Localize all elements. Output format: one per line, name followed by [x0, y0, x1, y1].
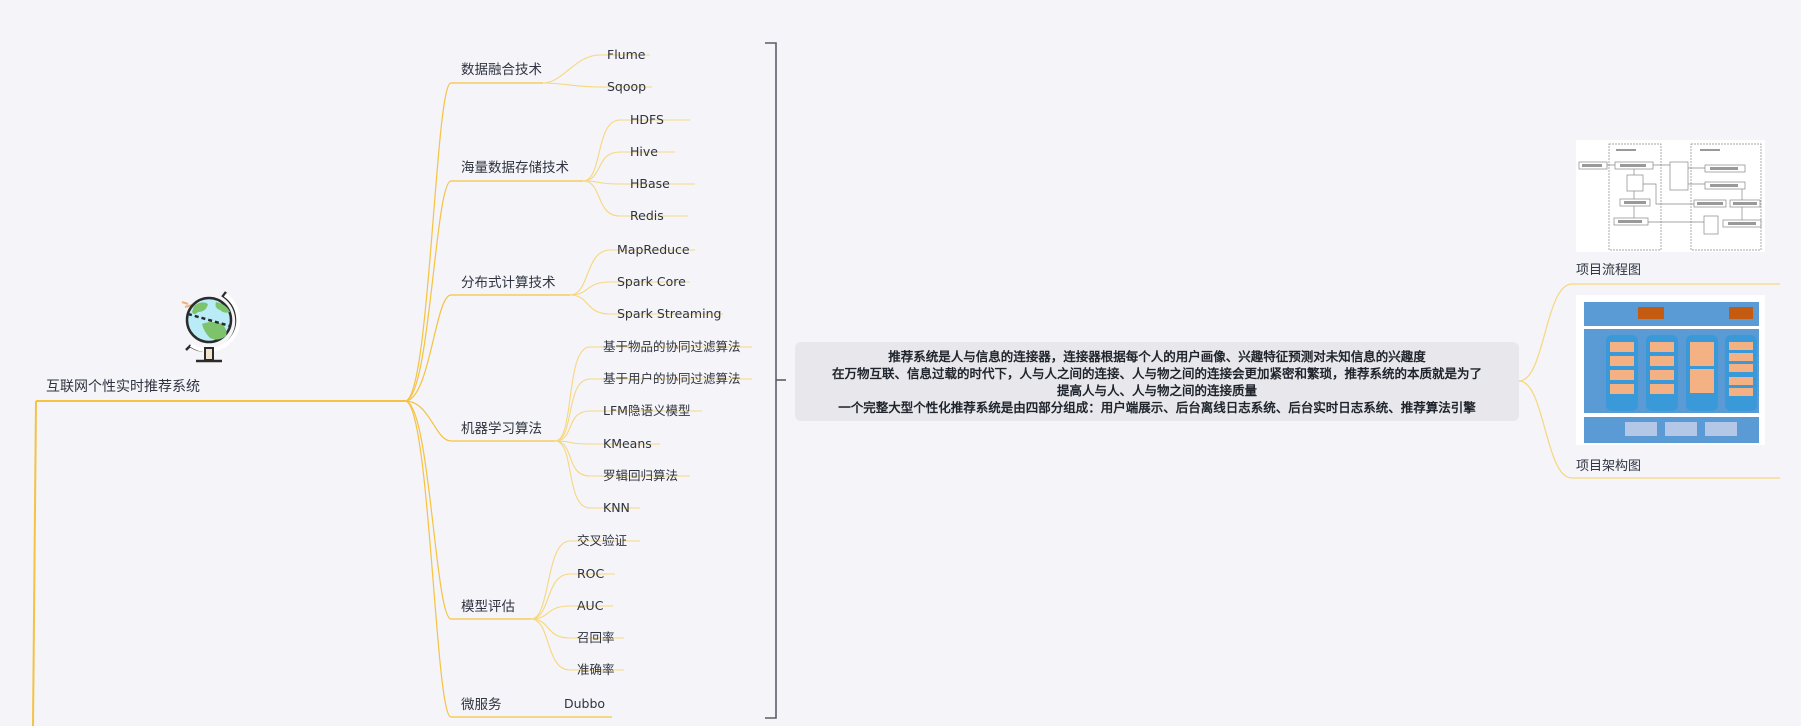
- leaf-kmeans[interactable]: KMeans: [603, 436, 652, 452]
- attachment-architecture-label[interactable]: 项目架构图: [1576, 459, 1641, 475]
- summary-line: 提高人与人、人与物之间的连接质量: [1056, 382, 1257, 398]
- leaf-spark-streaming[interactable]: Spark Streaming: [617, 306, 721, 322]
- leaf-lfm[interactable]: LFM隐语义模型: [603, 403, 690, 419]
- leaf-item-cf[interactable]: 基于物品的协同过滤算法: [603, 339, 741, 355]
- leaf-auc[interactable]: AUC: [577, 598, 603, 614]
- leaf-dubbo[interactable]: Dubbo: [564, 696, 605, 712]
- branch-connector: [404, 400, 452, 620]
- globe-icon: [180, 290, 250, 366]
- root-stem-line: [32, 400, 37, 726]
- leaf-accuracy[interactable]: 准确率: [577, 662, 615, 678]
- branch-connector: [404, 82, 452, 402]
- summary-callout[interactable]: 推荐系统是人与信息的连接器，连接器根据每个人的用户画像、兴趣特征预测对未知信息的…: [795, 342, 1519, 421]
- leaf-hive[interactable]: Hive: [630, 144, 658, 160]
- branch-connector: [404, 400, 452, 442]
- branch-data-fusion[interactable]: 数据融合技术: [461, 62, 542, 78]
- flowchart-image[interactable]: [1576, 140, 1765, 252]
- leaf-recall[interactable]: 召回率: [577, 630, 615, 646]
- leaf-hbase[interactable]: HBase: [630, 176, 670, 192]
- attachment-flowchart-label[interactable]: 项目流程图: [1576, 263, 1641, 279]
- leaf-spark-core[interactable]: Spark Core: [617, 274, 686, 290]
- leaf-roc[interactable]: ROC: [577, 566, 604, 582]
- branch-connector: [404, 180, 452, 402]
- branch-connector: [404, 294, 452, 402]
- leaf-hdfs[interactable]: HDFS: [630, 112, 664, 128]
- summary-line: 在万物互联、信息过载的时代下，人与人之间的连接、人与物之间的连接会更加紧密和繁琐…: [831, 365, 1482, 381]
- leaf-knn[interactable]: KNN: [603, 500, 630, 516]
- leaf-connector: [554, 346, 752, 442]
- leaf-redis[interactable]: Redis: [630, 208, 664, 224]
- branch-microservice[interactable]: 微服务: [461, 697, 502, 713]
- leaf-logistic-regression[interactable]: 罗辑回归算法: [603, 468, 678, 484]
- leaf-mapreduce[interactable]: MapReduce: [617, 242, 690, 258]
- branch-machine-learning[interactable]: 机器学习算法: [461, 421, 542, 437]
- leaf-flume[interactable]: Flume: [607, 47, 645, 63]
- branch-connector: [404, 400, 452, 718]
- leaf-sqoop[interactable]: Sqoop: [607, 79, 646, 95]
- summary-bracket: [765, 42, 777, 719]
- branch-storage[interactable]: 海量数据存储技术: [461, 160, 569, 176]
- summary-line: 推荐系统是人与信息的连接器，连接器根据每个人的用户画像、兴趣特征预测对未知信息的…: [888, 348, 1426, 364]
- leaf-user-cf[interactable]: 基于用户的协同过滤算法: [603, 371, 741, 387]
- branch-distributed-computing[interactable]: 分布式计算技术: [461, 275, 556, 291]
- root-topic[interactable]: 互联网个性实时推荐系统: [46, 379, 200, 395]
- summary-line: 一个完整大型个性化推荐系统是由四部分组成：用户端展示、后台离线日志系统、后台实时…: [838, 399, 1476, 415]
- branch-model-evaluation[interactable]: 模型评估: [461, 599, 515, 615]
- leaf-cross-validation[interactable]: 交叉验证: [577, 533, 627, 549]
- architecture-image[interactable]: [1576, 295, 1765, 445]
